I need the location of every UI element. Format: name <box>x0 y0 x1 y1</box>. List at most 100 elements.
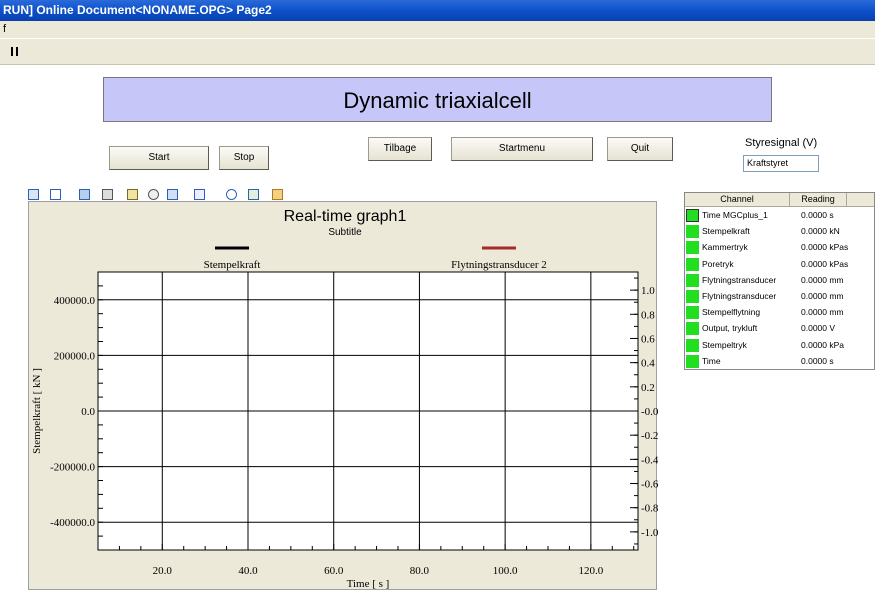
window-title: RUN] Online Document<NONAME.OPG> Page2 <box>3 3 272 17</box>
channel-row[interactable]: Stempeltryk 0.0000 kPa <box>685 337 874 353</box>
channel-row[interactable]: Poretryk 0.0000 kPas <box>685 256 874 272</box>
channel-name: Flytningstransducer <box>702 291 777 301</box>
channel-row[interactable]: Flytningstransducer 0.0000 mm <box>685 272 874 288</box>
channel-reading: 0.0000 mm <box>801 274 844 285</box>
y2-tick-label: 0.6 <box>641 333 655 345</box>
graph-subtitle: Subtitle <box>328 227 362 238</box>
menu-item[interactable]: f <box>0 23 6 35</box>
channel-status-indicator <box>686 273 699 287</box>
x-tick-label: 20.0 <box>153 565 173 577</box>
channel-reading: 0.0000 kPas <box>801 242 849 253</box>
y2-tick-label: -0.2 <box>641 430 658 442</box>
paint-icon[interactable] <box>148 189 160 200</box>
startmenu-button[interactable]: Startmenu <box>451 137 593 161</box>
stop-button[interactable]: Stop <box>219 146 269 170</box>
channel-column-header[interactable]: Channel <box>685 193 790 206</box>
title-bar: RUN] Online Document<NONAME.OPG> Page2 <box>0 0 875 21</box>
x-tick-label: 120.0 <box>578 565 603 577</box>
channel-name: Time <box>702 355 721 366</box>
channel-status-indicator <box>686 209 699 222</box>
graph-type-icon[interactable] <box>28 189 39 200</box>
channel-row[interactable]: Stempelkraft 0.0000 kN <box>685 223 874 239</box>
y2-tick-label: -0.4 <box>641 454 658 466</box>
y2-tick-label: 0.4 <box>641 358 655 370</box>
channel-reading: 0.0000 mm <box>801 307 844 318</box>
channel-status-indicator <box>686 338 699 352</box>
channel-reading: 0.0000 s <box>801 210 834 220</box>
channel-reading: 0.0000 kN <box>801 226 840 237</box>
channel-name: Stempeltryk <box>702 339 747 350</box>
y-tick-label: 0.0 <box>81 406 95 418</box>
channel-name: Output, trykluft <box>702 323 758 334</box>
channel-name: Kammertryk <box>702 242 748 253</box>
channel-row[interactable]: Output, trykluft 0.0000 V <box>685 320 874 336</box>
x-tick-label: 40.0 <box>238 565 258 577</box>
channel-status-indicator <box>686 257 699 271</box>
styresignal-input[interactable]: Kraftstyret <box>743 155 819 172</box>
channel-row[interactable]: Time 0.0000 s <box>685 353 874 369</box>
legend-label: Flytningstransducer 2 <box>451 259 547 271</box>
list-icon[interactable] <box>194 189 206 200</box>
axis-icon[interactable] <box>248 189 260 200</box>
graph-title: Real-time graph1 <box>284 208 407 225</box>
frame-icon[interactable] <box>49 189 61 200</box>
channel-status-indicator <box>686 290 699 303</box>
channel-status-indicator <box>686 225 699 239</box>
y-tick-label: 200000.0 <box>54 350 96 362</box>
y2-tick-label: 1.0 <box>641 285 655 297</box>
menu-bar: f <box>0 21 875 38</box>
y-tick-label: -200000.0 <box>50 462 95 474</box>
x-tick-label: 100.0 <box>493 565 518 577</box>
x-tick-label: 60.0 <box>324 565 344 577</box>
y2-tick-label: -1.0 <box>641 527 658 539</box>
real-time-graph[interactable]: Real-time graph1 Subtitle Stempelkraft Flyt… <box>29 202 658 591</box>
styresignal-label: Styresignal (V) <box>745 137 818 149</box>
channel-name: Time MGCplus_1 <box>702 210 768 220</box>
y-tick-label: 400000.0 <box>54 295 96 307</box>
channel-status-indicator <box>686 241 699 255</box>
pause-icon[interactable] <box>11 47 18 56</box>
channel-reading: 0.0000 kPas <box>801 258 849 269</box>
y2-tick-label: -0.0 <box>641 406 658 418</box>
toolbar <box>0 38 875 65</box>
channel-name: Stempelflytning <box>702 307 761 318</box>
y2-tick-label: -0.6 <box>641 479 658 491</box>
channel-name: Flytningstransducer <box>702 274 777 285</box>
y2-tick-label: -0.8 <box>641 503 658 515</box>
print-icon[interactable] <box>102 189 114 200</box>
y-tick-label: -400000.0 <box>50 517 95 529</box>
channel-row[interactable]: Flytningstransducer 0.0000 mm <box>685 288 874 304</box>
channel-table: Channel Reading Time MGCplus_1 0.0000 s St… <box>684 192 875 370</box>
y2-tick-label: 0.2 <box>641 382 655 394</box>
graph-toolbar <box>28 188 293 201</box>
y-axis-label: Stempelkraft [ kN ] <box>31 368 43 454</box>
y2-tick-label: 0.8 <box>641 309 655 321</box>
properties-icon[interactable] <box>272 189 284 200</box>
channel-reading: 0.0000 s <box>801 355 834 366</box>
channel-row[interactable]: Time MGCplus_1 0.0000 s <box>685 207 874 223</box>
channel-status-indicator <box>686 354 699 368</box>
channel-status-indicator <box>686 322 699 336</box>
channel-row[interactable]: Stempelflytning 0.0000 mm <box>685 304 874 320</box>
channel-reading: 0.0000 kPa <box>801 339 845 350</box>
banner-title: Dynamic triaxialcell <box>103 77 772 122</box>
channel-reading: 0.0000 mm <box>801 291 844 301</box>
zoom-icon[interactable] <box>226 189 238 200</box>
legend-label: Stempelkraft <box>204 259 261 271</box>
quit-button[interactable]: Quit <box>607 137 673 161</box>
channel-row[interactable]: Kammertryk 0.0000 kPas <box>685 239 874 255</box>
channel-name: Poretryk <box>702 258 734 269</box>
channel-reading: 0.0000 V <box>801 323 836 334</box>
channel-name: Stempelkraft <box>702 226 750 237</box>
save-icon[interactable] <box>79 189 91 200</box>
graph-panel: Real-time graph1 Subtitle Stempelkraft Flyt… <box>28 201 658 591</box>
reading-column-header[interactable]: Reading <box>790 193 847 206</box>
clipboard-icon[interactable] <box>126 189 138 200</box>
chart-icon[interactable] <box>167 189 179 200</box>
x-tick-label: 80.0 <box>410 565 430 577</box>
start-button[interactable]: Start <box>109 146 209 170</box>
channel-table-header: Channel Reading <box>685 193 874 207</box>
tilbage-button[interactable]: Tilbage <box>368 137 432 161</box>
x-axis-label: Time [ s ] <box>347 578 390 590</box>
channel-status-indicator <box>686 306 699 320</box>
